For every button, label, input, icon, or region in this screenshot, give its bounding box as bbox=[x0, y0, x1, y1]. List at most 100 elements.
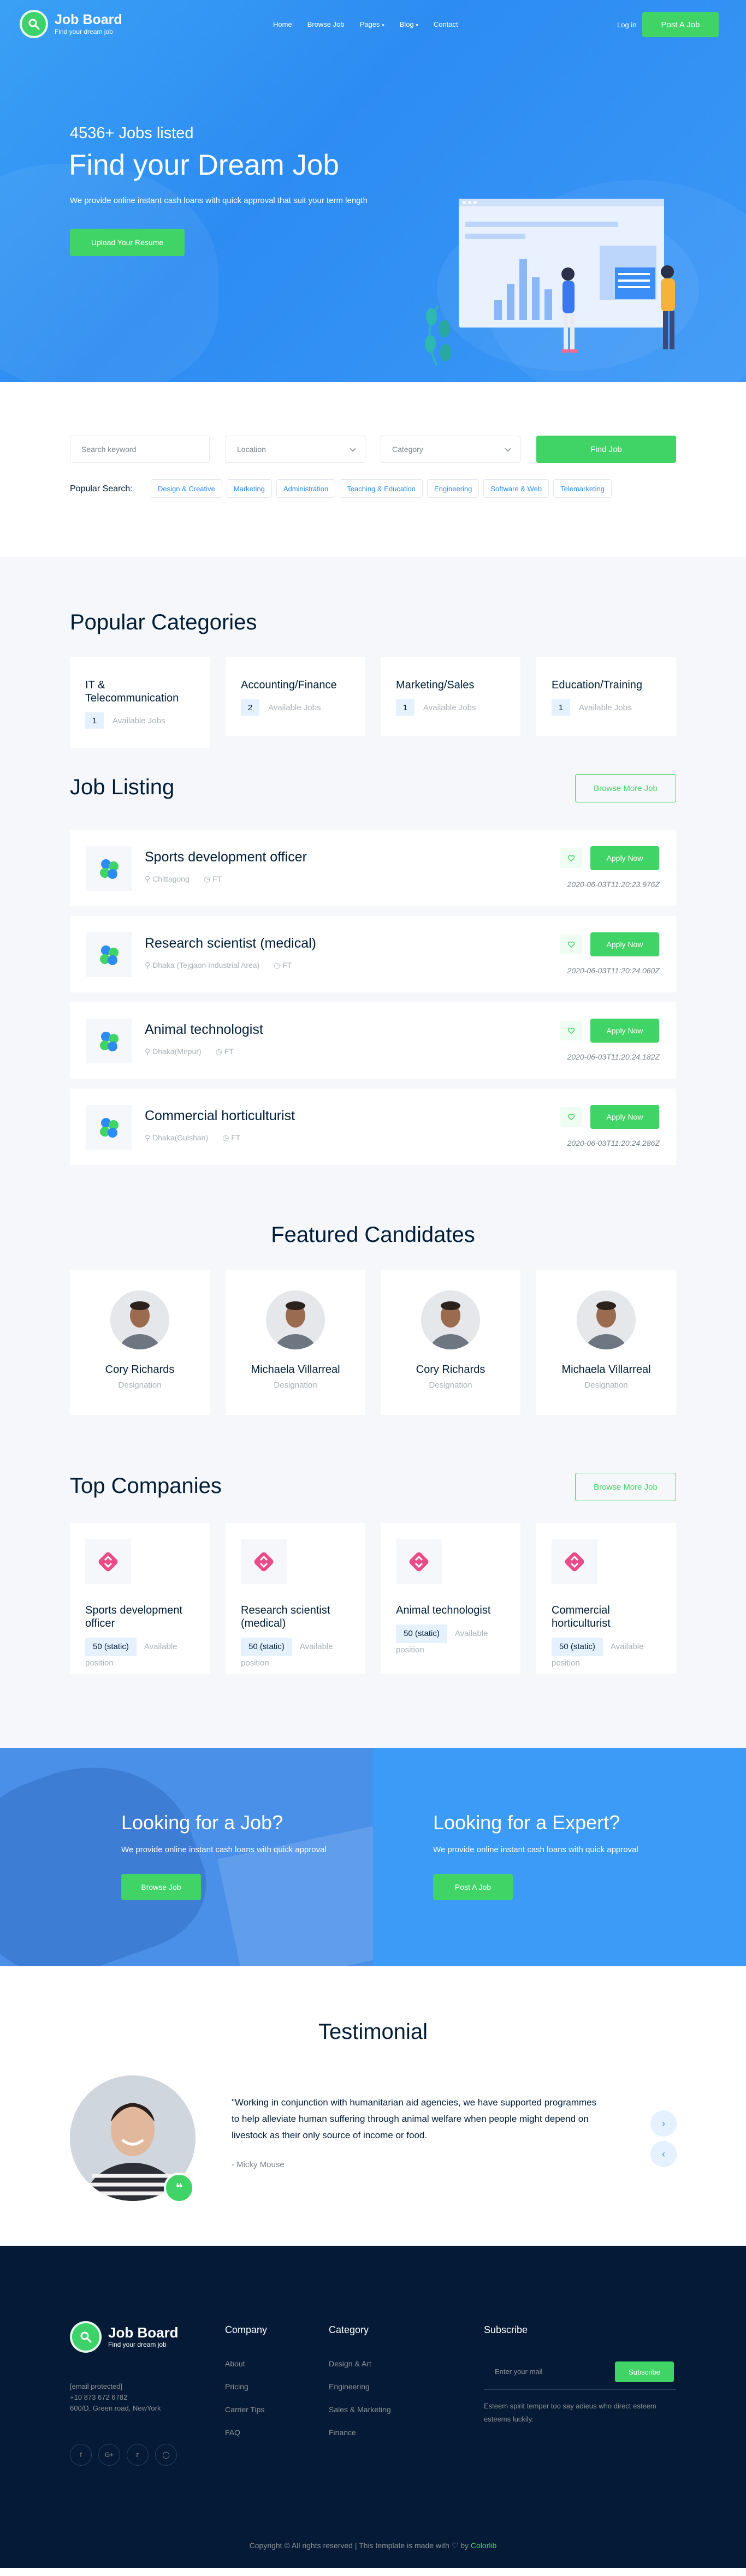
candidate-designation: Designation bbox=[118, 1381, 162, 1390]
category-select-label: Category bbox=[392, 445, 423, 454]
apply-now-button[interactable]: Apply Now bbox=[590, 932, 659, 956]
find-job-button[interactable]: Find Job bbox=[536, 436, 676, 463]
chevron-down-icon: ▾ bbox=[416, 22, 418, 28]
footer-link-sales-marketing[interactable]: Sales & Marketing bbox=[329, 2404, 391, 2416]
footer-category-title: Category bbox=[329, 2324, 369, 2335]
footer-link-design-art[interactable]: Design & Art bbox=[329, 2358, 391, 2370]
heart-icon[interactable] bbox=[560, 848, 582, 868]
job-title[interactable]: Sports development officer bbox=[145, 849, 307, 865]
nav-blog[interactable]: Blog ▾ bbox=[400, 20, 418, 28]
tag-engineering[interactable]: Engineering bbox=[427, 479, 479, 498]
category-card[interactable]: Education/Training 1 Available Jobs bbox=[536, 657, 676, 736]
company-card[interactable]: Sports development officer 50 (static) Av… bbox=[70, 1523, 210, 1674]
google-plus-icon[interactable]: G+ bbox=[98, 2444, 120, 2466]
category-card[interactable]: IT & Telecommunication 1 Available Jobs bbox=[70, 657, 210, 748]
site-logo[interactable]: Job Board Find your dream job bbox=[20, 10, 122, 38]
tag-teaching-education[interactable]: Teaching & Education bbox=[340, 479, 423, 498]
tag-telemarketing[interactable]: Telemarketing bbox=[553, 479, 612, 498]
job-title[interactable]: Animal technologist bbox=[145, 1022, 263, 1038]
candidate-card[interactable]: Cory Richards Designation bbox=[70, 1270, 210, 1415]
footer-logo[interactable]: Job Board Find your dream job bbox=[70, 2321, 179, 2353]
category-card[interactable]: Marketing/Sales 1 Available Jobs bbox=[381, 657, 520, 736]
category-select[interactable]: Category bbox=[381, 436, 520, 463]
footer-link-pricing[interactable]: Pricing bbox=[225, 2381, 264, 2393]
job-type-text: FT bbox=[212, 874, 222, 883]
available-label: Available Jobs bbox=[423, 703, 476, 712]
cta-job-description: We provide online instant cash loans wit… bbox=[121, 1845, 327, 1854]
job-location-text: Dhaka(Mirpur) bbox=[152, 1047, 202, 1056]
instagram-icon[interactable]: ◯ bbox=[155, 2444, 177, 2466]
apply-now-button[interactable]: Apply Now bbox=[590, 1105, 659, 1129]
company-card[interactable]: Animal technologist 50 (static) Available… bbox=[381, 1523, 520, 1674]
nav-browse-job[interactable]: Browse Job bbox=[307, 20, 345, 28]
category-count: 1 bbox=[85, 712, 104, 729]
section-title: Top Companies bbox=[70, 1474, 222, 1498]
footer-link-carrier-tips[interactable]: Carrier Tips bbox=[225, 2404, 264, 2416]
footer-link-engineering[interactable]: Engineering bbox=[329, 2381, 391, 2393]
post-job-button-cta[interactable]: Post A Job bbox=[433, 1874, 513, 1900]
avatar bbox=[266, 1290, 325, 1349]
heart-icon[interactable] bbox=[560, 935, 582, 954]
job-card: Research scientist (medical) ⚲ Dhaka (Te… bbox=[70, 916, 676, 992]
heart-icon[interactable] bbox=[560, 1107, 582, 1127]
nav-home[interactable]: Home bbox=[273, 20, 292, 28]
chevron-down-icon: ▾ bbox=[382, 22, 384, 28]
hero-illustration bbox=[425, 199, 699, 371]
footer-company-links: About Pricing Carrier Tips FAQ bbox=[225, 2358, 264, 2450]
tag-administration[interactable]: Administration bbox=[276, 479, 336, 498]
browse-more-companies-button[interactable]: Browse More Job bbox=[575, 1473, 676, 1501]
featured-candidates-section: Featured Candidates Cory Richards Design… bbox=[0, 1223, 746, 1474]
footer-subscribe-title: Subscribe bbox=[484, 2324, 528, 2335]
facebook-icon[interactable]: f bbox=[70, 2444, 92, 2466]
footer-link-about[interactable]: About bbox=[225, 2358, 264, 2370]
job-type: ◷ FT bbox=[204, 874, 222, 884]
hero-section: Job Board Find your dream job Home Brows… bbox=[0, 0, 746, 382]
browse-more-job-button[interactable]: Browse More Job bbox=[575, 774, 676, 802]
company-card[interactable]: Commercial horticulturist 50 (static) Ava… bbox=[536, 1523, 676, 1674]
candidate-designation: Designation bbox=[274, 1381, 317, 1390]
subscribe-button[interactable]: Subscribe bbox=[615, 2361, 674, 2382]
category-count: 2 bbox=[241, 699, 259, 716]
footer-link-faq[interactable]: FAQ bbox=[225, 2427, 264, 2438]
browse-job-button[interactable]: Browse Job bbox=[121, 1874, 201, 1900]
arrow-left-icon[interactable]: ‹ bbox=[650, 2141, 677, 2167]
colorlib-link[interactable]: Colorlib bbox=[471, 2541, 496, 2550]
search-keyword-input[interactable]: Search keyword bbox=[70, 436, 210, 463]
heart-icon[interactable] bbox=[560, 1021, 582, 1040]
footer-logo-tagline: Find your dream job bbox=[108, 2341, 167, 2348]
twitter-icon[interactable]: 𝕣 bbox=[127, 2444, 149, 2466]
footer-phone[interactable]: +10 873 672 6782 bbox=[70, 2392, 161, 2403]
nav-contact[interactable]: Contact bbox=[434, 20, 458, 28]
subscribe-email-input[interactable]: Enter your mail bbox=[484, 2359, 609, 2383]
candidate-name: Michaela Villarreal bbox=[251, 1364, 340, 1376]
post-job-button[interactable]: Post A Job bbox=[642, 12, 719, 37]
location-select[interactable]: Location bbox=[226, 436, 365, 463]
tag-marketing[interactable]: Marketing bbox=[226, 479, 272, 498]
footer-link-finance[interactable]: Finance bbox=[329, 2427, 391, 2438]
logo-tagline: Find your dream job bbox=[55, 28, 113, 35]
upload-resume-button[interactable]: Upload Your Resume bbox=[70, 229, 185, 256]
tag-design-creative[interactable]: Design & Creative bbox=[151, 479, 222, 498]
job-title[interactable]: Research scientist (medical) bbox=[145, 936, 316, 951]
job-type-text: FT bbox=[282, 961, 292, 969]
candidate-card[interactable]: Michaela Villarreal Designation bbox=[226, 1270, 365, 1415]
company-logo-icon bbox=[86, 932, 132, 977]
nav-pages[interactable]: Pages ▾ bbox=[360, 20, 384, 28]
arrow-right-icon[interactable]: › bbox=[650, 2110, 677, 2137]
footer-logo-title: Job Board bbox=[108, 2324, 179, 2341]
apply-now-button[interactable]: Apply Now bbox=[590, 1019, 659, 1043]
login-link[interactable]: Log in bbox=[617, 21, 636, 29]
company-card[interactable]: Research scientist (medical) 50 (static)… bbox=[226, 1523, 365, 1674]
candidate-card[interactable]: Michaela Villarreal Designation bbox=[536, 1270, 676, 1415]
available-label: Available Jobs bbox=[579, 703, 632, 712]
category-card[interactable]: Accounting/Finance 2 Available Jobs bbox=[226, 657, 365, 736]
job-type-text: FT bbox=[224, 1047, 234, 1056]
job-date: 2020-06-03T11:20:24.286Z bbox=[567, 1139, 660, 1147]
testimonial-author: - Micky Mouse bbox=[232, 2160, 285, 2169]
footer-email[interactable]: [email protected] bbox=[70, 2381, 161, 2392]
apply-now-button[interactable]: Apply Now bbox=[590, 846, 659, 870]
candidate-card[interactable]: Cory Richards Designation bbox=[381, 1270, 520, 1415]
hero-title: Find your Dream Job bbox=[69, 149, 339, 181]
tag-software-web[interactable]: Software & Web bbox=[483, 479, 549, 498]
job-title[interactable]: Commercial horticulturist bbox=[145, 1108, 295, 1124]
